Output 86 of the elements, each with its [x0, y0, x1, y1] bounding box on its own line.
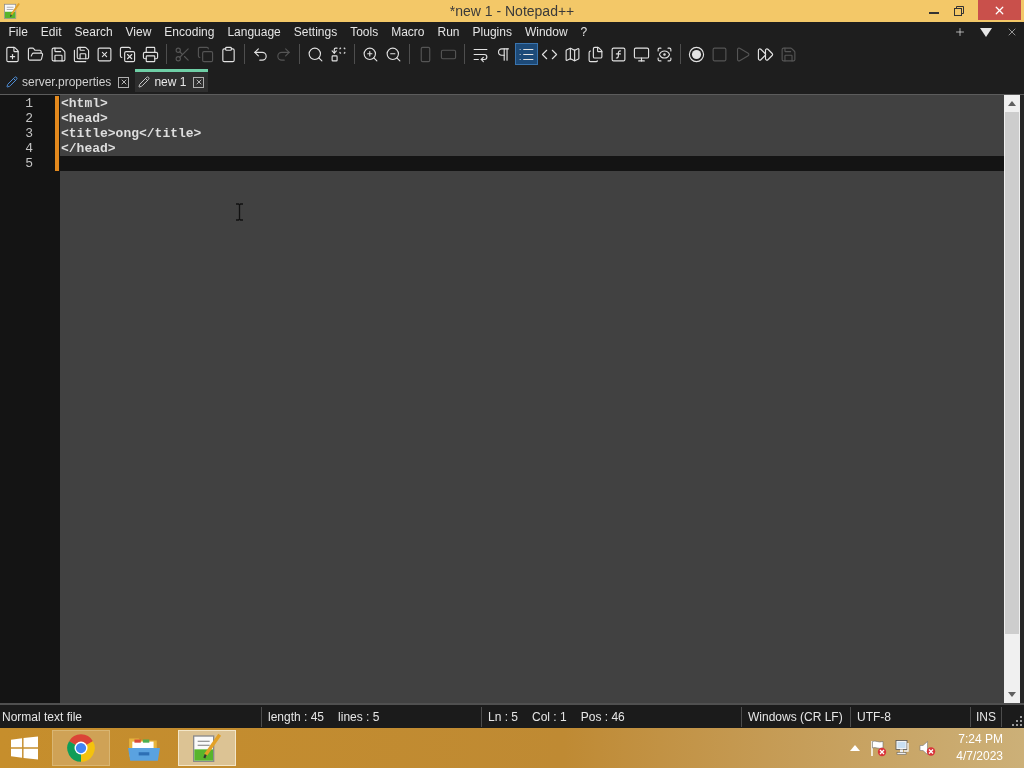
- menu-item[interactable]: Language: [220, 24, 288, 40]
- line-number: 3: [25, 126, 33, 141]
- line-number: 4: [25, 141, 33, 156]
- menu-item[interactable]: Plugins: [466, 24, 519, 40]
- status-text: Windows (CR LF): [748, 708, 843, 725]
- status-text: Normal text file: [2, 708, 83, 725]
- speaker-icon[interactable]: [918, 739, 937, 757]
- fast-forward-icon: [757, 45, 774, 63]
- zoom-out-icon: [385, 45, 402, 63]
- status-text: length : 45: [268, 708, 325, 725]
- close-icon: [194, 78, 203, 86]
- file-plus-icon: [4, 45, 21, 63]
- pencil-icon: [138, 76, 151, 88]
- menu-item[interactable]: ?: [574, 24, 594, 40]
- close-icon: [119, 78, 128, 86]
- scan-eye-icon: [656, 45, 673, 63]
- tab-close-button[interactable]: [193, 76, 205, 88]
- close-icon[interactable]: [1006, 26, 1018, 38]
- status-text: INS: [976, 708, 996, 725]
- replace-icon: [330, 45, 347, 63]
- line-number: 1: [25, 96, 33, 111]
- status-text: Ln : 5: [488, 708, 519, 725]
- stacked-square-x-icon: [119, 45, 136, 63]
- browser-taskbar-button[interactable]: [52, 730, 110, 766]
- clock-time: 7:24 PM: [958, 731, 1003, 748]
- dropdown-triangle-icon[interactable]: [980, 27, 992, 37]
- printer-icon: [142, 45, 159, 63]
- menu-item[interactable]: Search: [68, 24, 120, 40]
- vertical-scrollbar[interactable]: [1004, 95, 1020, 703]
- undo-icon: [252, 45, 269, 63]
- menu-item[interactable]: View: [119, 24, 158, 40]
- notepad-icon: [191, 732, 223, 764]
- menu-item[interactable]: Run: [431, 24, 467, 40]
- indent-guide-button[interactable]: [515, 43, 538, 65]
- copy-icon: [197, 45, 214, 63]
- scissors-icon: [174, 45, 191, 63]
- record-icon: [688, 45, 705, 63]
- status-text: Col : 1: [532, 708, 567, 725]
- flag-icon[interactable]: [869, 739, 888, 757]
- window-title: *new 1 - Notepad++: [449, 2, 575, 20]
- menu-item[interactable]: Edit: [34, 24, 69, 40]
- zoom-in-icon: [362, 45, 379, 63]
- menu-item[interactable]: Encoding: [157, 24, 221, 40]
- files-icon: [587, 45, 604, 63]
- notepad-taskbar-button[interactable]: [178, 730, 236, 766]
- menu-item[interactable]: Tools: [343, 24, 385, 40]
- play-icon: [734, 45, 751, 63]
- redo-icon: [275, 45, 292, 63]
- pilcrow-icon: [495, 45, 512, 63]
- square-x-icon: [96, 45, 113, 63]
- clock-date: 4/7/2023: [956, 748, 1003, 765]
- editor-text-area[interactable]: <html> <head> <title>ong</title> </head>: [60, 95, 1004, 703]
- folder-icon: [27, 45, 44, 63]
- monitor-icon: [633, 45, 650, 63]
- menu-item[interactable]: File: [2, 24, 35, 40]
- plus-icon[interactable]: [954, 26, 966, 38]
- code-line: </head>: [61, 141, 116, 156]
- text-cursor-icon: [235, 203, 244, 221]
- code-line: <html>: [61, 96, 108, 111]
- function-icon: [610, 45, 627, 63]
- line-number: 5: [25, 156, 33, 171]
- map-icon: [564, 45, 581, 63]
- status-text: UTF-8: [857, 708, 891, 725]
- notepad-icon: [3, 2, 21, 20]
- menu-item[interactable]: Settings: [287, 24, 344, 40]
- pencil-icon: [6, 76, 18, 88]
- restore-icon[interactable]: [954, 6, 964, 16]
- tab-close-button[interactable]: [118, 76, 130, 88]
- menu-item[interactable]: Macro: [384, 24, 431, 40]
- browser-icon: [66, 733, 96, 763]
- status-text: Pos : 46: [580, 708, 625, 725]
- search-icon: [307, 45, 324, 63]
- clipboard-icon: [220, 45, 237, 63]
- code-line: <head>: [61, 111, 108, 126]
- scrollbar-thumb[interactable]: [1005, 112, 1019, 635]
- code-line: <title>ong</title>: [61, 126, 202, 141]
- windows-logo-icon: [10, 736, 38, 760]
- stop-icon: [711, 45, 728, 63]
- scroll-down-arrow-icon[interactable]: [1008, 692, 1016, 697]
- floppy-disks-icon: [73, 45, 90, 63]
- tab[interactable]: new 1: [135, 69, 209, 92]
- status-text: lines : 5: [338, 708, 380, 725]
- line-number: 2: [25, 111, 33, 126]
- menu-item[interactable]: Window: [518, 24, 575, 40]
- resize-grip-icon[interactable]: [1012, 716, 1022, 726]
- scroll-up-arrow-icon[interactable]: [1008, 101, 1016, 106]
